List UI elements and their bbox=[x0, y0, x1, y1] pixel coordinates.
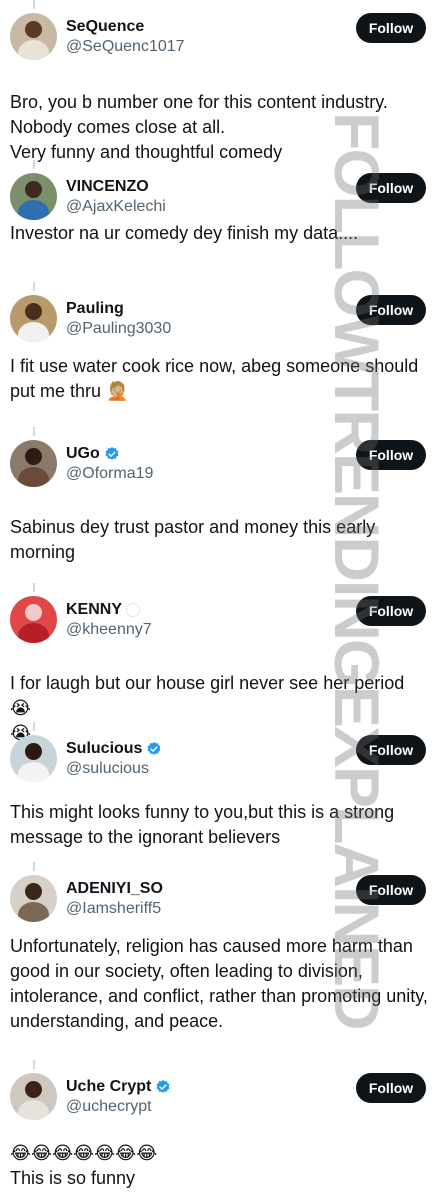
user-handle[interactable]: @sulucious bbox=[66, 759, 149, 778]
thread-connector bbox=[33, 722, 35, 731]
follow-button[interactable]: Follow bbox=[356, 875, 426, 905]
name-row[interactable]: SeQuence bbox=[66, 17, 144, 36]
user-handle[interactable]: @Iamsheriff5 bbox=[66, 899, 161, 918]
thread-connector bbox=[33, 282, 35, 291]
verified-badge-icon bbox=[105, 446, 119, 460]
avatar[interactable] bbox=[10, 735, 57, 782]
verified-badge-icon bbox=[147, 741, 161, 755]
thread-connector bbox=[33, 160, 35, 169]
reply-text: Bro, you b number one for this content i… bbox=[10, 92, 388, 162]
follow-button[interactable]: Follow bbox=[356, 440, 426, 470]
display-name[interactable]: Pauling bbox=[66, 299, 124, 318]
user-handle[interactable]: @uchecrypt bbox=[66, 1097, 152, 1116]
name-row[interactable]: Uche Crypt bbox=[66, 1077, 171, 1096]
name-row[interactable]: UGo bbox=[66, 444, 120, 463]
name-row[interactable]: VINCENZO bbox=[66, 177, 149, 196]
name-row[interactable]: Pauling bbox=[66, 299, 124, 318]
display-name[interactable]: SeQuence bbox=[66, 17, 144, 36]
follow-button[interactable]: Follow bbox=[356, 13, 426, 43]
display-name[interactable]: Sulucious bbox=[66, 739, 142, 758]
thread-connector bbox=[33, 427, 35, 436]
name-row[interactable]: KENNY bbox=[66, 600, 141, 619]
follow-button[interactable]: Follow bbox=[356, 295, 426, 325]
reply-text: 😂😂😂😂😂😂😂 This is so funny bbox=[10, 1143, 158, 1188]
thread-connector bbox=[33, 0, 35, 9]
follow-button[interactable]: Follow bbox=[356, 173, 426, 203]
reply-text: I fit use water cook rice now, abeg some… bbox=[10, 356, 424, 401]
user-handle[interactable]: @Oforma19 bbox=[66, 464, 153, 483]
display-name[interactable]: VINCENZO bbox=[66, 177, 149, 196]
user-handle[interactable]: @AjaxKelechi bbox=[66, 197, 166, 216]
thread-connector bbox=[33, 862, 35, 871]
reply-text: This might looks funny to you,but this i… bbox=[10, 802, 400, 847]
follow-button[interactable]: Follow bbox=[356, 735, 426, 765]
avatar[interactable] bbox=[10, 440, 57, 487]
reply-text: Investor na ur comedy dey finish my data… bbox=[10, 223, 359, 243]
status-ring-icon bbox=[126, 602, 141, 617]
user-handle[interactable]: @Pauling3030 bbox=[66, 319, 171, 338]
avatar[interactable] bbox=[10, 1073, 57, 1120]
display-name[interactable]: ADENIYI_SO bbox=[66, 879, 163, 898]
user-handle[interactable]: @SeQuenc1017 bbox=[66, 37, 185, 56]
thread-connector bbox=[33, 583, 35, 592]
avatar[interactable] bbox=[10, 875, 57, 922]
thread-connector bbox=[33, 1060, 35, 1069]
avatar[interactable] bbox=[10, 596, 57, 643]
display-name[interactable]: UGo bbox=[66, 444, 100, 463]
follow-button[interactable]: Follow bbox=[356, 1073, 426, 1103]
name-row[interactable]: ADENIYI_SO bbox=[66, 879, 163, 898]
reply-text: Unfortunately, religion has caused more … bbox=[10, 936, 433, 1031]
avatar[interactable] bbox=[10, 13, 57, 60]
display-name[interactable]: Uche Crypt bbox=[66, 1077, 151, 1096]
follow-button[interactable]: Follow bbox=[356, 596, 426, 626]
display-name[interactable]: KENNY bbox=[66, 600, 122, 619]
user-handle[interactable]: @kheenny7 bbox=[66, 620, 152, 639]
verified-badge-icon bbox=[156, 1079, 170, 1093]
avatar[interactable] bbox=[10, 173, 57, 220]
name-row[interactable]: Sulucious bbox=[66, 739, 162, 758]
avatar[interactable] bbox=[10, 295, 57, 342]
reply-text: Sabinus dey trust pastor and money this … bbox=[10, 517, 381, 562]
